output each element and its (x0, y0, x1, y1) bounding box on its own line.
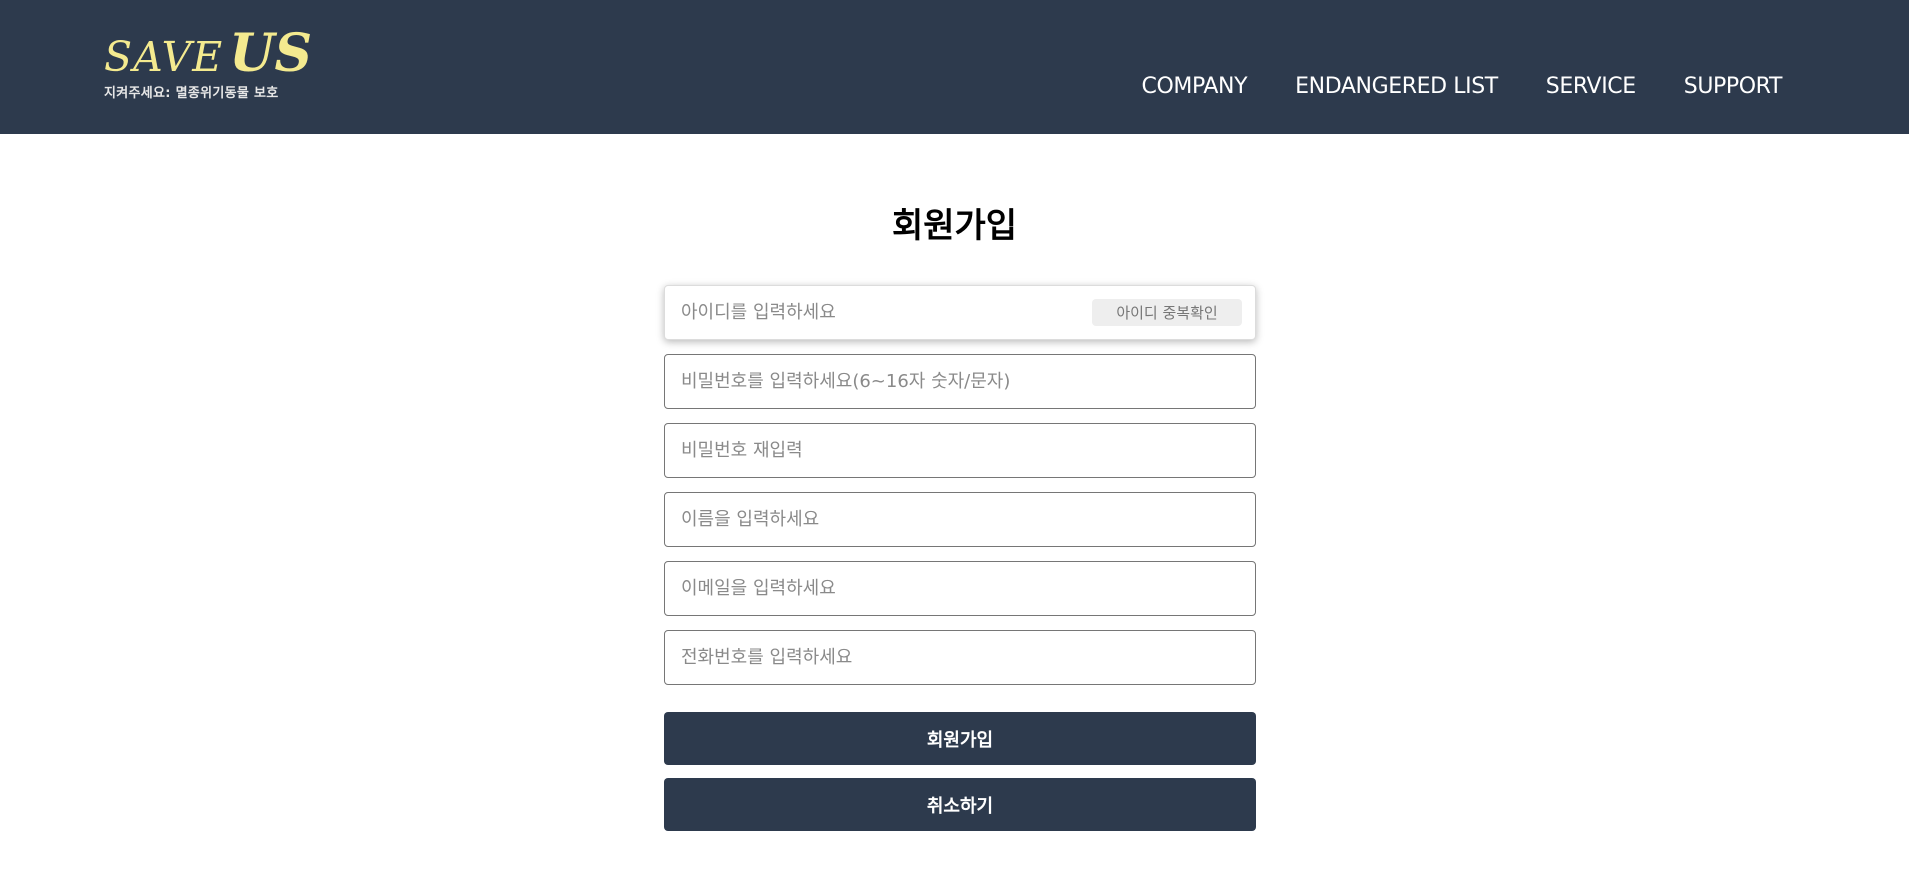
name-input[interactable] (664, 492, 1256, 547)
main-nav: COMPANY ENDANGERED LIST SERVICE SUPPORT (1141, 74, 1782, 99)
site-header: SAVE US 지켜주세요: 멸종위기동물 보호 COMPANY ENDANGER… (0, 0, 1909, 134)
nav-item-company[interactable]: COMPANY (1141, 74, 1247, 99)
password-input[interactable] (664, 354, 1256, 409)
phone-field-wrapper (664, 630, 1256, 685)
id-field-wrapper: 아이디 중복확인 (664, 285, 1256, 340)
password-confirm-input[interactable] (664, 423, 1256, 478)
page-title: 회원가입 (891, 206, 1018, 246)
email-field-wrapper (664, 561, 1256, 616)
nav-item-service[interactable]: SERVICE (1546, 74, 1636, 99)
phone-input[interactable] (664, 630, 1256, 685)
password-confirm-field-wrapper (664, 423, 1256, 478)
logo-title: SAVE US (104, 28, 312, 80)
logo-save-text: SAVE (104, 33, 224, 81)
nav-item-support[interactable]: SUPPORT (1684, 74, 1783, 99)
logo-subtitle: 지켜주세요: 멸종위기동물 보호 (104, 86, 279, 101)
id-duplicate-check-button[interactable]: 아이디 중복확인 (1092, 299, 1242, 326)
email-input[interactable] (664, 561, 1256, 616)
password-field-wrapper (664, 354, 1256, 409)
logo-us-text: US (229, 23, 313, 84)
logo[interactable]: SAVE US 지켜주세요: 멸종위기동물 보호 (104, 28, 312, 102)
cancel-button[interactable]: 취소하기 (664, 778, 1256, 831)
name-field-wrapper (664, 492, 1256, 547)
nav-item-endangered-list[interactable]: ENDANGERED LIST (1295, 74, 1498, 99)
signup-button[interactable]: 회원가입 (664, 712, 1256, 765)
signup-form: 아이디 중복확인 회원가입 취소하기 (664, 285, 1256, 831)
